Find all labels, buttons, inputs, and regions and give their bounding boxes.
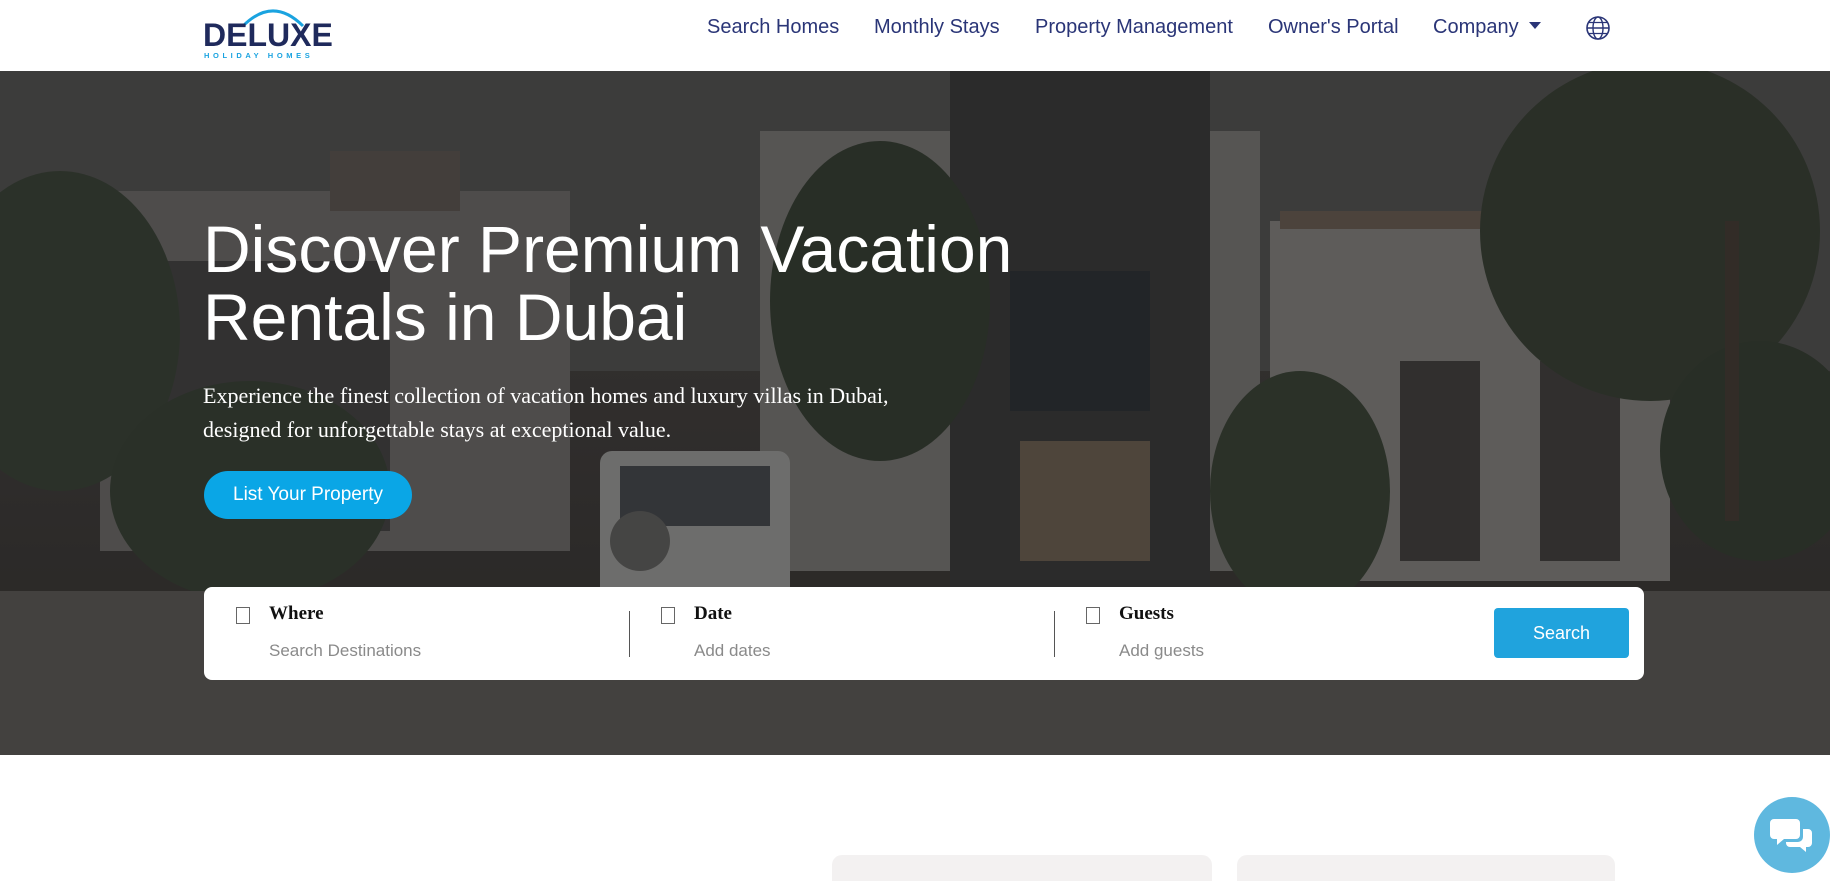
search-field-date[interactable]: Date — [629, 587, 1029, 680]
search-bar: Where Date Guests Search — [204, 587, 1644, 680]
nav-owners-portal[interactable]: Owner's Portal — [1268, 16, 1399, 39]
where-label: Where — [269, 603, 324, 624]
guests-label: Guests — [1119, 603, 1174, 624]
property-card[interactable] — [1237, 855, 1615, 881]
guests-input[interactable] — [1119, 641, 1439, 661]
hero-subtitle: Experience the finest collection of vaca… — [203, 379, 943, 447]
search-button[interactable]: Search — [1494, 608, 1629, 658]
property-card[interactable] — [832, 855, 1212, 881]
search-field-where[interactable]: Where — [204, 587, 604, 680]
hero-section: Discover Premium Vacation Rentals in Dub… — [0, 71, 1830, 755]
hero-title: Discover Premium Vacation Rentals in Dub… — [203, 215, 1123, 351]
where-input[interactable] — [269, 641, 589, 661]
nav-company-label: Company — [1433, 16, 1519, 38]
deluxe-logo-icon: DELUXE HOLIDAY HOMES — [203, 9, 333, 60]
nav-search-homes[interactable]: Search Homes — [707, 16, 839, 39]
chevron-down-icon — [1528, 22, 1541, 30]
site-header: DELUXE HOLIDAY HOMES Search Homes Monthl… — [0, 0, 1830, 71]
nav-monthly-stays[interactable]: Monthly Stays — [874, 16, 1000, 39]
nav-property-management[interactable]: Property Management — [1035, 16, 1233, 39]
calendar-icon — [661, 607, 675, 624]
guests-icon — [1086, 607, 1100, 624]
hero-title-line-2: Rentals in Dubai — [203, 280, 688, 354]
date-input[interactable] — [694, 641, 1014, 661]
globe-icon[interactable] — [1585, 15, 1611, 41]
date-label: Date — [694, 603, 732, 624]
hero-subtitle-line-1: Experience the finest collection of vaca… — [203, 383, 889, 408]
nav-company-dropdown[interactable]: Company — [1433, 16, 1541, 39]
location-icon — [236, 607, 250, 624]
brand-logo[interactable]: DELUXE HOLIDAY HOMES — [203, 4, 335, 60]
hero-subtitle-line-2: designed for unforgettable stays at exce… — [203, 417, 672, 442]
search-field-guests[interactable]: Guests — [1054, 587, 1454, 680]
svg-text:DELUXE: DELUXE — [203, 17, 333, 53]
hero-title-line-1: Discover Premium Vacation — [203, 212, 1013, 286]
svg-text:HOLIDAY HOMES: HOLIDAY HOMES — [204, 51, 313, 60]
chat-button[interactable] — [1754, 797, 1830, 873]
list-your-property-button[interactable]: List Your Property — [204, 471, 412, 519]
chat-bubbles-icon — [1770, 819, 1812, 852]
